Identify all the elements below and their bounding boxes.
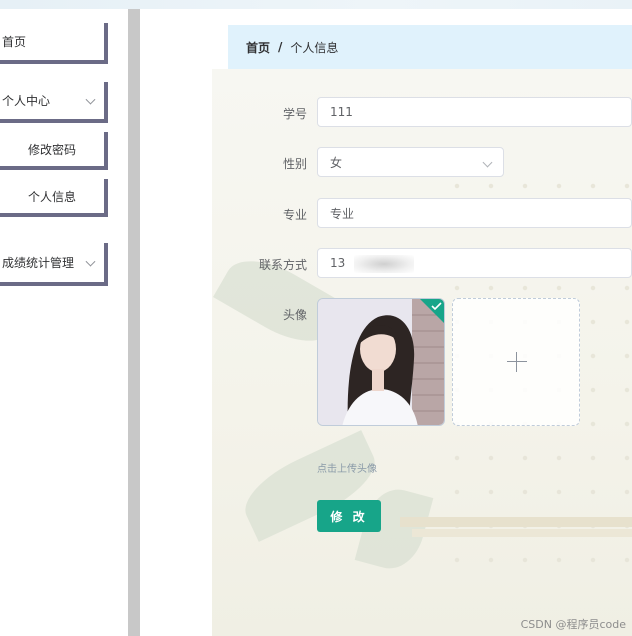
avatar-image[interactable]: [317, 298, 445, 426]
sidebar-item-label: 个人中心: [2, 94, 51, 108]
submit-button[interactable]: 修 改: [317, 500, 381, 532]
avatar-label: 头像: [282, 308, 307, 322]
plus-icon: [516, 352, 517, 372]
chevron-down-icon: [482, 157, 493, 168]
main-content: 首页 / 个人信息 学号 111 性别 女 专业 专业 联系方式 13 头像 点…: [140, 9, 632, 636]
phone-input[interactable]: 13: [317, 248, 632, 278]
major-input[interactable]: 专业: [317, 198, 632, 228]
top-bar: [0, 0, 632, 9]
shelf-decoration: [412, 529, 632, 537]
major-value: 专业: [330, 206, 355, 221]
breadcrumb-home-link[interactable]: 首页: [246, 39, 270, 56]
breadcrumb-separator: /: [278, 40, 283, 54]
redaction-blur: [354, 255, 414, 273]
sidebar-item-label: 成绩统计管理: [2, 256, 75, 270]
sidebar-item-label: 首页: [2, 35, 27, 49]
sidebar-item-personal-info[interactable]: 个人信息: [0, 179, 108, 217]
phone-value: 13: [330, 256, 346, 270]
chevron-down-icon: [85, 256, 96, 267]
gender-label: 性别: [282, 157, 307, 171]
sidebar-item-label: 个人信息: [27, 189, 76, 204]
plus-icon: [507, 361, 527, 362]
major-label: 专业: [282, 208, 307, 222]
student-id-input[interactable]: 111: [317, 97, 632, 127]
sidebar-item-label: 修改密码: [27, 142, 76, 157]
check-icon: [420, 299, 444, 323]
shelf-decoration: [400, 517, 632, 527]
breadcrumb: 首页 / 个人信息: [228, 25, 632, 69]
sidebar: 首页 个人中心 修改密码 个人信息 成绩统计管理: [0, 9, 128, 636]
student-id-value: 111: [330, 105, 353, 119]
phone-label: 联系方式: [258, 258, 307, 272]
sidebar-item-home[interactable]: 首页: [0, 23, 108, 64]
upload-hint: 点击上传头像: [317, 464, 377, 475]
gender-value: 女: [330, 155, 343, 170]
sidebar-item-grade-management[interactable]: 成绩统计管理: [0, 243, 108, 286]
sidebar-divider: [128, 9, 140, 636]
sidebar-item-change-password[interactable]: 修改密码: [0, 132, 108, 170]
chevron-down-icon: [85, 94, 96, 105]
gender-select[interactable]: 女: [317, 147, 504, 177]
avatar-upload-button[interactable]: [452, 298, 580, 426]
student-id-label: 学号: [282, 107, 307, 121]
watermark: CSDN @程序员code: [520, 618, 626, 631]
sidebar-item-personal-center[interactable]: 个人中心: [0, 82, 108, 123]
breadcrumb-current: 个人信息: [290, 40, 339, 55]
